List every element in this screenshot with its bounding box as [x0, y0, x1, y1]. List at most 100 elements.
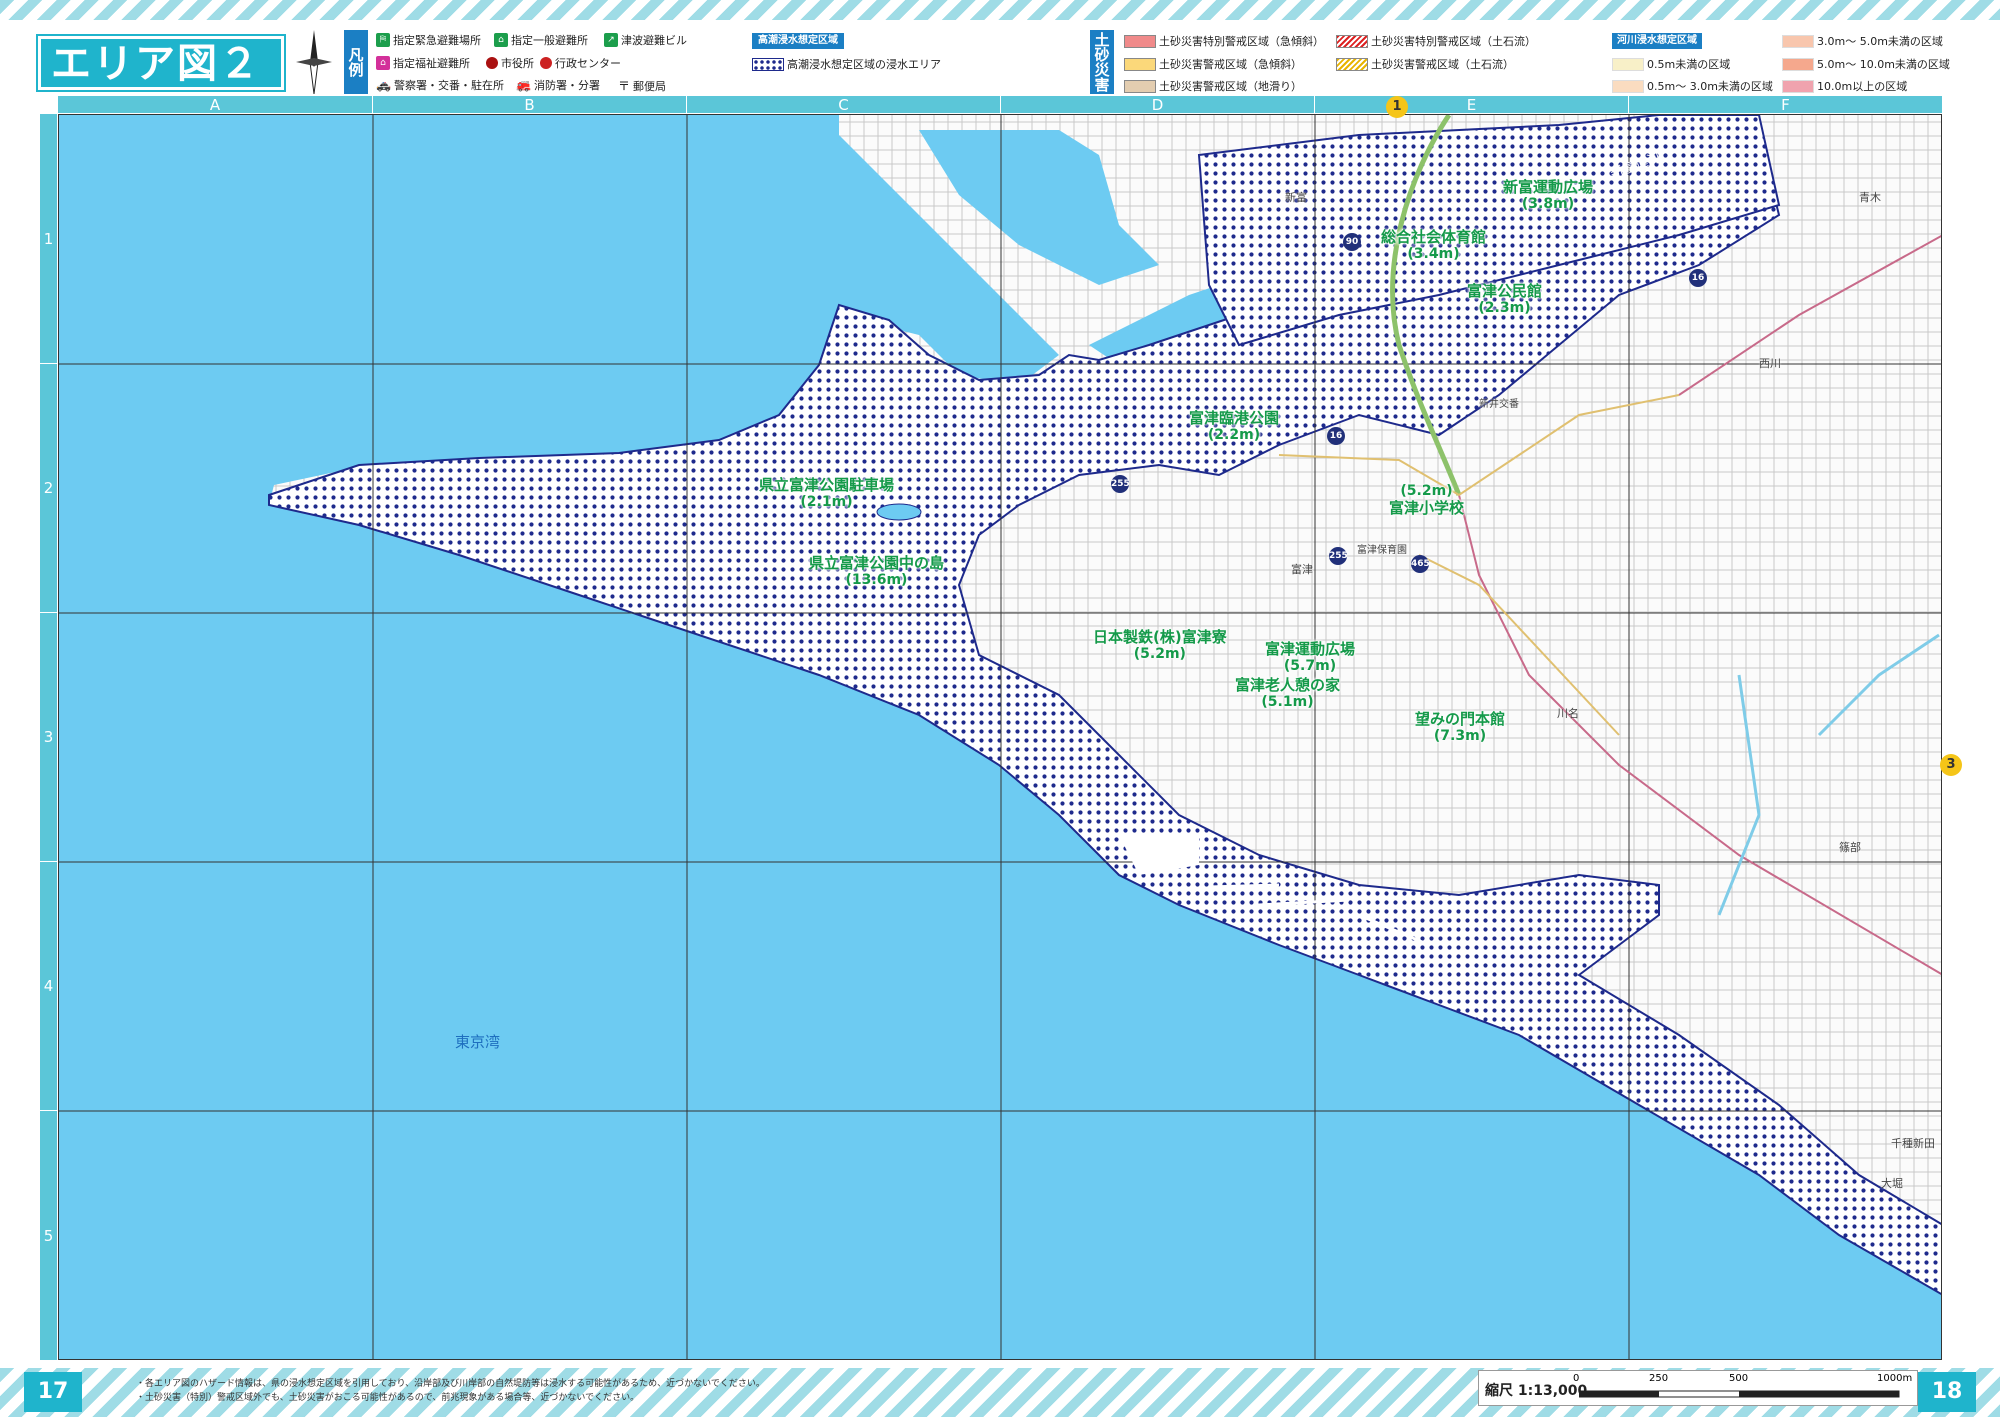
top-stripe — [0, 0, 2000, 20]
swatch — [1612, 57, 1644, 71]
shelter-label: 新富運動広場 (3.8m) — [1503, 179, 1593, 213]
river-title: 河川浸水想定区域 — [1612, 33, 1702, 49]
town-label: 千種新田 — [1891, 1137, 1935, 1150]
shelter-name: 富津運動広場 — [1265, 640, 1356, 658]
shelter-name: 富津老人憩の家 — [1235, 676, 1341, 694]
shelter-height: (2.1m) — [800, 494, 853, 510]
police-car-icon: 🚓 — [376, 78, 391, 92]
shelter-height: (7.3m) — [1433, 728, 1487, 744]
shelter-name: 県立富津公園駐車場 — [759, 476, 895, 494]
page-link-marker[interactable]: 1 — [1386, 96, 1408, 118]
grid-row-label: 1 — [40, 114, 57, 363]
scale-tick: 250 — [1649, 1373, 1669, 1384]
shelter-height: (2.2m) — [1207, 427, 1261, 443]
shelter-height: (5.2m) — [1133, 646, 1186, 662]
river-item: 5.0m～ 10.0m未満の区域 — [1782, 56, 1950, 72]
legend-item: ⌂ 指定福祉避難所 — [376, 55, 470, 71]
footer-note: ・土砂災害（特別）警戒区域外でも、土砂災害がおこる可能性があるので、前兆現象があ… — [136, 1393, 640, 1403]
swatch — [1612, 79, 1644, 93]
town-label: 青木 — [1859, 191, 1881, 204]
shelter-height: (5.7m) — [1283, 658, 1337, 674]
surge-swatch — [752, 57, 784, 71]
nursery-label: 富津保育園 — [1357, 545, 1407, 556]
swatch — [1782, 57, 1814, 71]
page-number-right: 18 — [1918, 1372, 1976, 1412]
north-arrow-icon — [296, 30, 332, 95]
swatch — [1124, 57, 1156, 71]
route-90-icon: 90 — [1343, 233, 1361, 251]
scale-text: 縮尺 1:13,000 — [1485, 1383, 1588, 1399]
grid-column-label: B — [372, 96, 686, 114]
legend-item: 〒郵便局 — [618, 79, 667, 93]
post-office-icon: 〒 — [618, 79, 631, 93]
sediment-item: 土砂災害警戒区域（地滑り） — [1124, 78, 1302, 94]
grid-column-label: E — [1314, 96, 1628, 114]
police-box-label: 新井交番 — [1479, 399, 1519, 410]
legend-item: ⛿ 指定緊急避難場所 — [376, 32, 481, 48]
shelter-height: (2.3m) — [1478, 300, 1531, 316]
legend-item: ↗ 津波避難ビル — [604, 32, 687, 48]
shelter-height: (13.6m) — [845, 572, 908, 588]
sediment-item: 土砂災害警戒区域（急傾斜） — [1124, 56, 1302, 72]
shelter-name: 総合社会体育館 — [1381, 228, 1487, 246]
hazard-map[interactable]: 新富運動広場 (3.8m) 総合社会体育館 (3.4m) 富津公民館 (2.3m) 富… — [58, 114, 1942, 1360]
grid-row-label: 2 — [40, 363, 57, 612]
city-hall-icon — [486, 57, 498, 69]
shelter-label: 富津公民館 (2.3m) — [1467, 283, 1542, 317]
route-255-icon: 255 — [1111, 475, 1130, 493]
sediment-item: 土砂災害警戒区域（土石流） — [1336, 56, 1514, 72]
shelter-name: 新富運動広場 — [1503, 178, 1594, 196]
fire-truck-icon: 🚒 — [516, 78, 531, 92]
footer-note: ・各エリア図のハザード情報は、県の浸水想定区域を引用しており、沿岸部及び川岸部の… — [136, 1379, 765, 1389]
town-label: 富津 — [1291, 563, 1313, 576]
page-link-marker[interactable]: 3 — [1940, 754, 1962, 776]
shelter-house-icon: ⌂ — [494, 33, 508, 47]
shelter-name: 日本製鉄(株)富津寮 — [1093, 628, 1227, 646]
town-label: 新富 — [1285, 191, 1307, 204]
storm-surge-item: 高潮浸水想定区域の浸水エリア — [752, 56, 941, 72]
map-page: { "header": { "title": "エリア図２", "legend_… — [0, 0, 2000, 1417]
sediment-item: 土砂災害特別警戒区域（土石流） — [1336, 33, 1536, 49]
shelter-icon: ⛿ — [376, 33, 390, 47]
shelter-label: 県立富津公園駐車場 (2.1m) — [759, 477, 894, 511]
town-label: 大堀 — [1881, 1177, 1903, 1190]
shelter-name: 県立富津公園中の島 — [809, 554, 945, 572]
legend-label: 凡例 — [344, 30, 368, 94]
town-label: 川名 — [1557, 707, 1579, 720]
shelter-height: (3.8m) — [1521, 196, 1575, 212]
shelter-label: 総合社会体育館 (3.4m) — [1381, 229, 1486, 263]
town-label: 西川 — [1759, 357, 1781, 370]
legend-item: 市役所 — [486, 55, 534, 71]
swatch — [1782, 34, 1814, 48]
river-item: 0.5m～ 3.0m未満の区域 — [1612, 78, 1773, 94]
legend-item: 🚒 消防署・分署 — [516, 78, 600, 92]
scale-tick: 500 — [1729, 1373, 1749, 1384]
legend-item: ⌂ 指定一般避難所 — [494, 32, 588, 48]
swatch — [1124, 79, 1156, 93]
shelter-label: 富津臨港公園 (2.2m) — [1189, 410, 1279, 444]
shelter-label: 富津老人憩の家 (5.1m) — [1235, 677, 1340, 711]
swatch — [1782, 79, 1814, 93]
shelter-name: 望みの門本館 — [1415, 710, 1506, 728]
grid-row-label: 5 — [40, 1110, 57, 1360]
grid-row-label: 4 — [40, 861, 57, 1110]
sea-label: 東京湾 — [455, 1033, 501, 1051]
page-title: エリア図２ — [36, 34, 286, 92]
scale-box: 縮尺 1:13,000 0 250 500 1000m — [1478, 1370, 1918, 1406]
grid-row-label: 3 — [40, 612, 57, 861]
legend-item: 🚓 警察署・交番・駐在所 — [376, 78, 504, 92]
shelter-label: 富津運動広場 (5.7m) — [1265, 641, 1355, 675]
route-255-icon: 255 — [1329, 547, 1348, 565]
shelter-name: 富津公民館 — [1467, 282, 1543, 300]
swatch — [1336, 57, 1368, 71]
shelter-height: (5.1m) — [1261, 694, 1314, 710]
legend-item: 行政センター — [540, 55, 621, 71]
scale-tick: 1000m — [1877, 1373, 1913, 1384]
swatch — [1336, 34, 1368, 48]
page-number-left: 17 — [24, 1372, 82, 1412]
route-465-icon: 465 — [1411, 555, 1430, 573]
river-item: 3.0m～ 5.0m未満の区域 — [1782, 33, 1943, 49]
grid-column-label: A — [58, 96, 372, 114]
town-label: 篠部 — [1839, 841, 1861, 854]
shelter-height: (3.4m) — [1407, 246, 1460, 262]
